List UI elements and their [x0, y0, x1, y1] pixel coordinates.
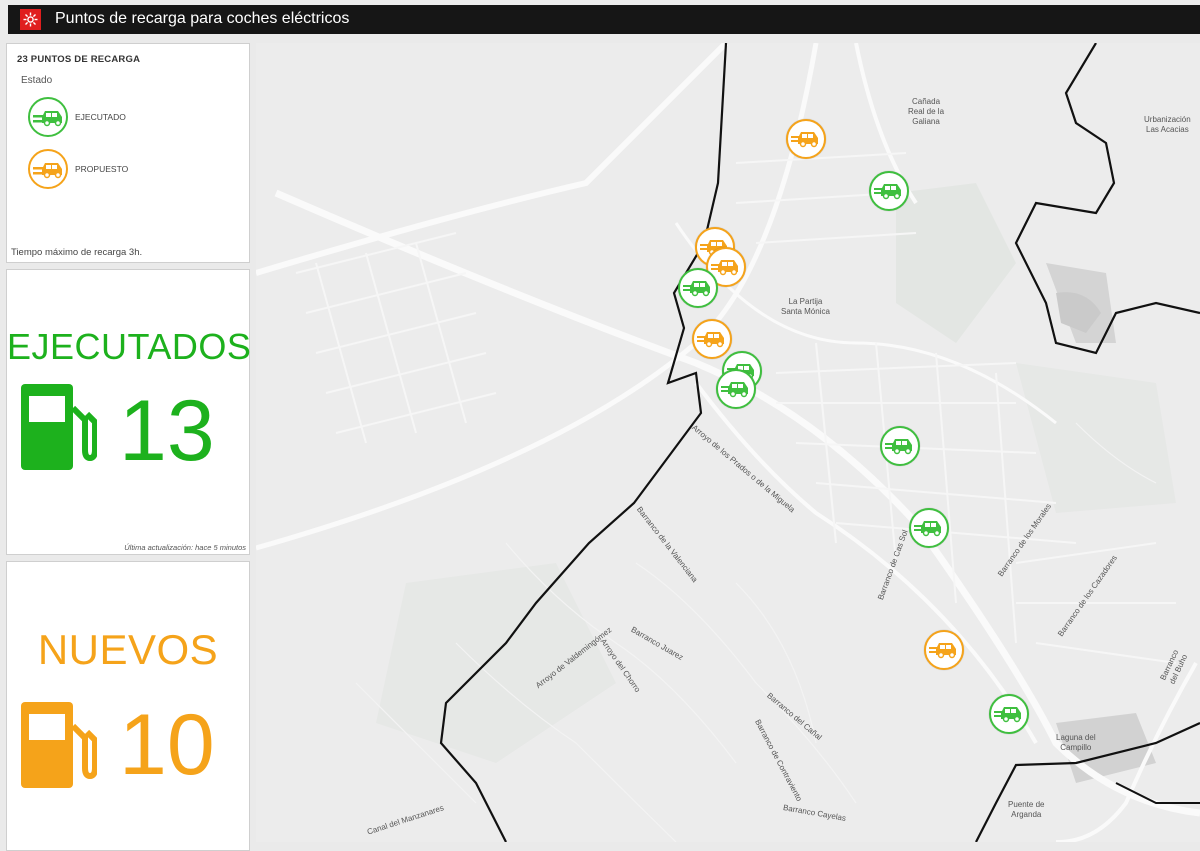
ev-car-orange-icon [697, 332, 724, 348]
app-logo-icon [20, 9, 41, 30]
legend-panel: 23 PUNTOS DE RECARGA Estado EJECUTADO PR… [6, 43, 250, 263]
title-bar: Puntos de recarga para coches eléctricos [8, 5, 1200, 34]
kpi-new-panel: NUEVOS 10 [6, 561, 250, 851]
ev-car-green-icon [721, 382, 748, 398]
place-label: La Partija Santa Mónica [781, 297, 830, 316]
ev-car-orange-icon [28, 149, 68, 189]
ev-car-orange-icon [791, 132, 818, 148]
charging-point-proposed[interactable] [924, 630, 964, 670]
kpi-executed-panel: EJECUTADOS 13 Última actualización: hace… [6, 269, 252, 555]
charging-point-executed[interactable] [869, 171, 909, 211]
ev-car-green-icon [994, 707, 1021, 723]
kpi-executed-label: EJECUTADOS [7, 326, 252, 367]
charging-point-proposed[interactable] [692, 319, 732, 359]
basemap [256, 43, 1200, 842]
ev-car-orange-icon [711, 260, 738, 276]
app-header: Puntos de recarga para coches eléctricos [0, 0, 1200, 40]
ev-car-green-icon [683, 281, 710, 297]
charging-point-executed[interactable] [678, 268, 718, 308]
place-label: Laguna del Campillo [1056, 733, 1096, 752]
ev-car-orange-icon [929, 643, 956, 659]
kpi-executed-value: 13 [119, 383, 215, 479]
charging-point-executed[interactable] [716, 369, 756, 409]
map-view[interactable]: Cañada Real de la Galiana Urbanización Las … [256, 43, 1200, 842]
charging-point-executed[interactable] [909, 508, 949, 548]
ev-car-green-icon [874, 184, 901, 200]
fuel-pump-green-icon [21, 384, 97, 470]
legend-item-label: PROPUESTO [75, 164, 129, 174]
ev-car-green-icon [914, 521, 941, 537]
legend-item-propuesto: PROPUESTO [27, 148, 128, 190]
legend-footer: Tiempo máximo de recarga 3h. [11, 247, 143, 258]
fuel-pump-orange-icon [21, 702, 97, 788]
ev-car-green-icon [28, 97, 68, 137]
kpi-new-label: NUEVOS [37, 626, 219, 673]
charging-point-executed[interactable] [989, 694, 1029, 734]
charging-point-executed[interactable] [880, 426, 920, 466]
legend-header: 23 PUNTOS DE RECARGA [17, 54, 141, 65]
legend-field-label: Estado [21, 75, 53, 86]
app-title: Puntos de recarga para coches eléctricos [55, 10, 350, 27]
place-label: Urbanización Las Acacias [1144, 115, 1191, 134]
kpi-new-value: 10 [119, 697, 215, 793]
place-label: Puente de Arganda [1008, 800, 1045, 819]
legend-item-ejecutado: EJECUTADO [27, 96, 126, 138]
place-label: Cañada Real de la Galiana [908, 97, 945, 126]
legend-item-label: EJECUTADO [75, 112, 126, 122]
kpi-last-update: Última actualización: hace 5 minutos [124, 543, 246, 552]
ev-car-green-icon [885, 439, 912, 455]
charging-point-proposed[interactable] [786, 119, 826, 159]
